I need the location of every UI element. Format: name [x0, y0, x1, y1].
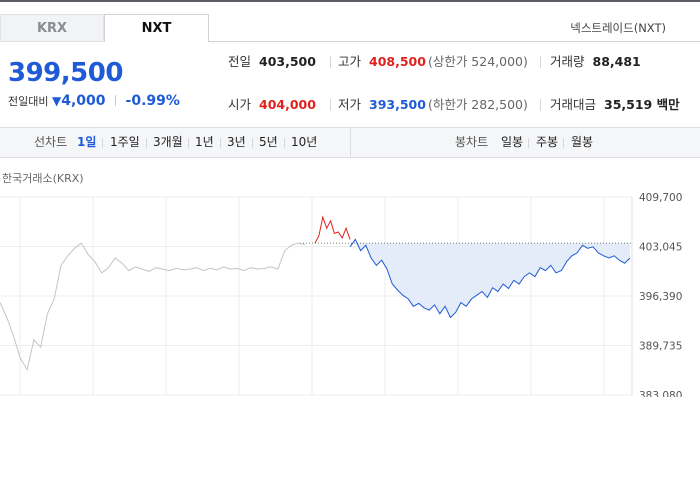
period-sep [528, 138, 529, 148]
y-tick-label: 383,080 [639, 390, 682, 397]
change-percent: -0.99% [125, 93, 180, 109]
chart-y-labels: 409,700 403,045 396,390 389,735 383,080 [639, 192, 682, 397]
stat-volume: 거래량 88,481 [550, 46, 641, 78]
period-3y[interactable]: 3년 [227, 128, 246, 157]
period-sep [284, 138, 285, 148]
period-10y[interactable]: 10년 [291, 128, 317, 157]
stat-divider [540, 99, 541, 111]
period-sep [102, 138, 103, 148]
chart-grid [0, 196, 633, 396]
price-change: 전일대비 ▼4,000 -0.99% [8, 93, 180, 109]
krx-series-line [0, 242, 306, 371]
stat-value: 404,000 [259, 97, 316, 112]
stat-sub: (하한가 282,500) [427, 97, 528, 112]
period-1w[interactable]: 1주일 [110, 128, 140, 157]
stat-divider [540, 56, 541, 68]
below-baseline-fill [350, 243, 630, 318]
y-tick-label: 396,390 [639, 291, 682, 303]
stat-sub: (상한가 524,000) [427, 54, 528, 69]
period-5y[interactable]: 5년 [259, 128, 278, 157]
period-bar-divider [350, 128, 351, 157]
stat-value: 35,519 백만 [604, 97, 680, 112]
period-sep [188, 138, 189, 148]
tab-krx[interactable]: KRX [0, 14, 104, 42]
period-bar: 선차트 1일 1주일 3개월 1년 3년 5년 10년 봉차트 일봉 주봉 월봉 [0, 127, 700, 158]
period-sep [252, 138, 253, 148]
y-tick-label: 409,700 [639, 192, 682, 204]
down-arrow-icon: ▼ [51, 94, 62, 108]
candle-chart-label: 봉차트 [455, 135, 489, 149]
tab-nxt[interactable]: NXT [104, 14, 209, 42]
stat-label: 고가 [338, 54, 362, 69]
change-separator [115, 95, 117, 106]
period-sep [563, 138, 564, 148]
period-sep [220, 138, 221, 148]
stat-prev-close: 전일 403,500 [228, 46, 316, 78]
stat-value: 408,500 [369, 54, 426, 69]
y-tick-label: 389,735 [639, 341, 682, 353]
stat-value: 88,481 [592, 54, 641, 69]
current-price: 399,500 [8, 58, 123, 88]
rise-series-line [314, 215, 351, 244]
top-border [0, 0, 700, 2]
period-1d[interactable]: 1일 [77, 128, 96, 157]
candle-monthly[interactable]: 월봉 [571, 128, 593, 157]
price-stats: 전일 403,500 고가 408,500 (상한가 524,000) 거래량 88,4… [210, 46, 700, 130]
change-value: 4,000 [61, 93, 106, 109]
stat-divider [330, 56, 331, 68]
stat-open: 시가 404,000 [228, 89, 316, 121]
chart-source: 한국거래소(KRX) [2, 172, 84, 185]
y-tick-label: 403,045 [639, 242, 682, 254]
period-3m[interactable]: 3개월 [153, 128, 183, 157]
tab-underline [209, 41, 700, 42]
intraday-price-chart: 409,700 403,045 396,390 389,735 383,080 [0, 192, 682, 397]
candle-daily[interactable]: 일봉 [501, 128, 523, 157]
stat-high: 고가 408,500 (상한가 524,000) [338, 46, 528, 78]
period-1y[interactable]: 1년 [195, 128, 214, 157]
chart-series [0, 215, 632, 371]
candle-weekly[interactable]: 주봉 [536, 128, 558, 157]
stat-label: 거래량 [550, 54, 585, 69]
stat-label: 시가 [228, 97, 252, 112]
stat-value: 393,500 [369, 97, 426, 112]
stat-value: 403,500 [259, 54, 316, 69]
stat-label: 거래대금 [550, 97, 597, 112]
stat-label: 저가 [338, 97, 362, 112]
stat-low: 저가 393,500 (하한가 282,500) [338, 89, 528, 121]
stat-divider [330, 99, 331, 111]
period-sep [146, 138, 147, 148]
venue-label: 넥스트레이드(NXT) [570, 21, 666, 35]
line-chart-label: 선차트 [34, 135, 68, 149]
stat-label: 전일 [228, 54, 252, 69]
change-label: 전일대비 [8, 95, 49, 108]
stat-amount: 거래대금 35,519 백만 [550, 89, 680, 121]
